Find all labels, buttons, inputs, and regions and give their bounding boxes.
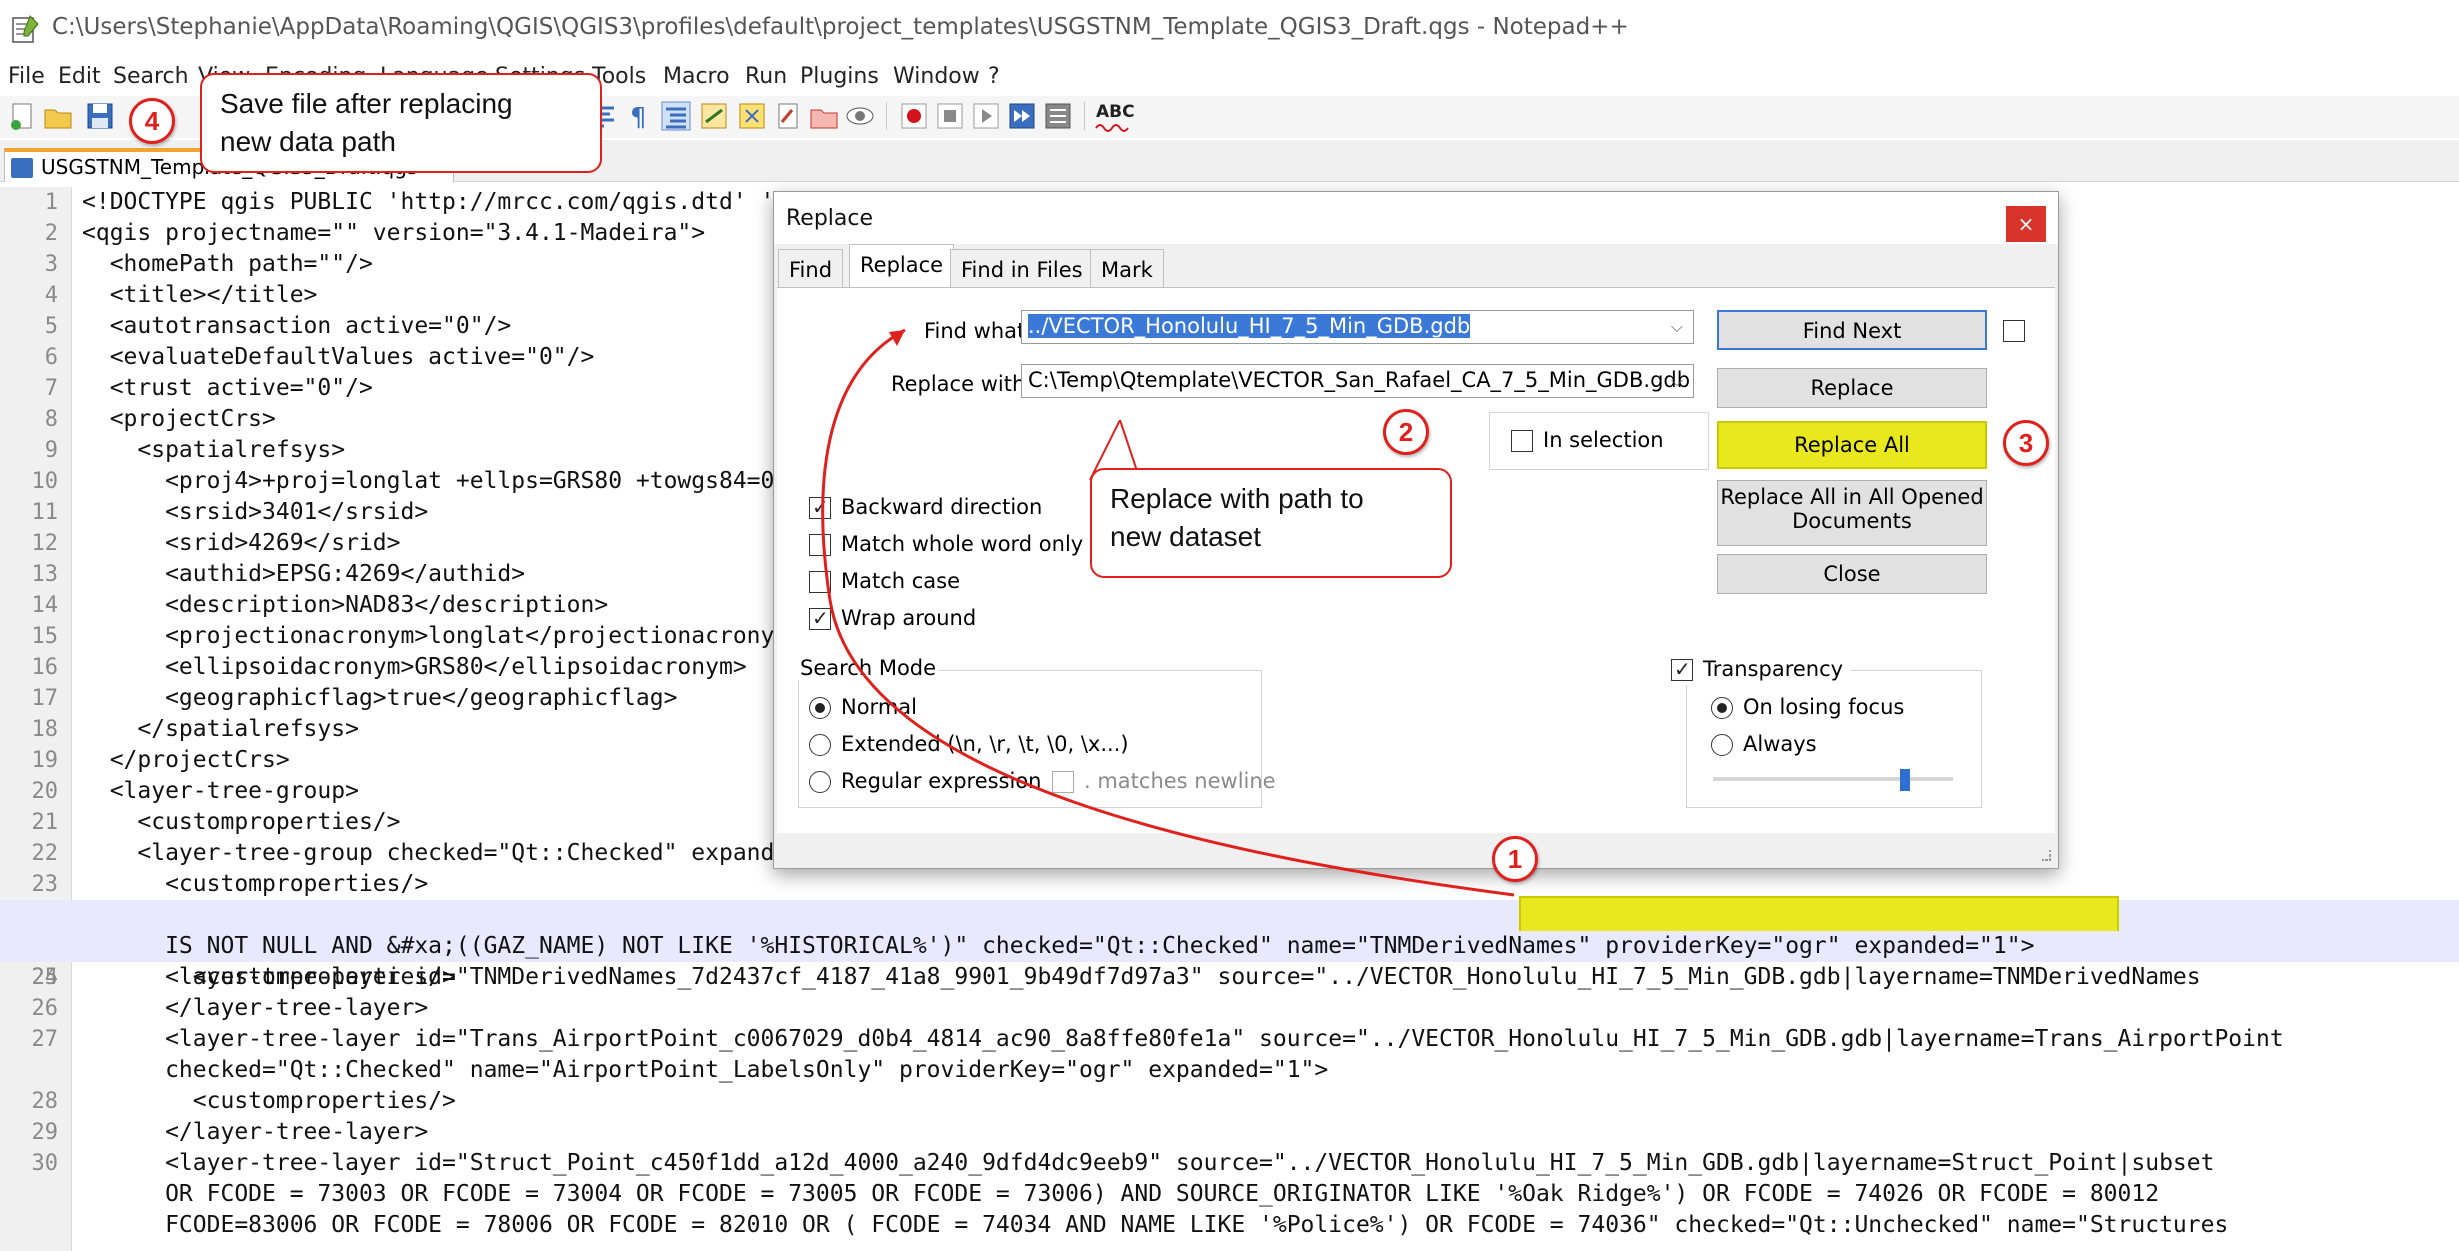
find-what-label: Find what : — [923, 319, 1039, 343]
wrap-icon[interactable]: ¶ — [622, 100, 654, 132]
replace-all-in-opened-button[interactable]: Replace All in All Opened Documents — [1717, 480, 1987, 546]
code-line: 29 </layer-tree-layer> — [31, 1119, 429, 1145]
always-radio[interactable]: Always — [1711, 732, 1911, 760]
match-whole-word-checkbox[interactable]: Match whole word only — [809, 532, 1089, 560]
code-line-wrapped: checked="Qt::Checked" name="AirportPoint… — [82, 1057, 1329, 1083]
wrap-around-checkbox[interactable]: Wrap around — [809, 606, 1089, 634]
tab-find[interactable]: Find — [778, 249, 844, 287]
open-file-icon[interactable] — [42, 100, 74, 132]
code-line-current: 24 <layer-tree-layer id="TNMDerivedNames… — [0, 896, 2459, 990]
replace-with-value: C:\Temp\Qtemplate\VECTOR_San_Rafael_CA_7… — [1028, 368, 1691, 392]
close-button[interactable]: Close — [1717, 554, 1987, 594]
resize-grip-icon[interactable] — [2036, 846, 2052, 862]
matches-newline-checkbox[interactable]: . matches newline — [1052, 769, 1276, 797]
code-line-wrapped: FCODE=83006 OR FCODE = 78006 OR FCODE = … — [82, 1212, 2229, 1238]
chevron-down-icon[interactable]: ⌵ — [1665, 315, 1689, 339]
transparency-slider-thumb[interactable] — [1900, 769, 1910, 791]
step-badge-4: 4 — [129, 98, 175, 144]
record-macro-icon[interactable] — [898, 100, 930, 132]
chevron-down-icon[interactable]: ⌵ — [1665, 369, 1689, 393]
toolbar-separator — [886, 102, 887, 130]
menu-search[interactable]: Search — [113, 64, 189, 89]
in-selection-checkbox[interactable]: In selection — [1511, 428, 1671, 456]
dialog-close-button[interactable]: × — [2006, 206, 2046, 242]
dialog-titlebar[interactable]: Replace × — [774, 192, 2058, 244]
new-file-icon[interactable] — [6, 100, 38, 132]
svg-text:¶: ¶ — [630, 103, 647, 132]
menu-run[interactable]: Run — [745, 64, 787, 89]
code-line: 26 </layer-tree-layer> — [31, 995, 429, 1021]
callout-replace: Replace with path to new dataset — [1090, 468, 1452, 578]
match-case-checkbox[interactable]: Match case — [809, 569, 1089, 597]
find-what-input[interactable]: ../VECTOR_Honolulu_HI_7_5_Min_GDB.gdb ⌵ — [1021, 310, 1694, 344]
search-match-highlight — [1519, 896, 2119, 934]
save-icon[interactable] — [84, 100, 116, 132]
run-macro-multiple-icon[interactable] — [1006, 100, 1038, 132]
show-all-chars-icon[interactable] — [660, 100, 692, 132]
step-badge-3: 3 — [2003, 420, 2049, 466]
toolbar-separator — [1084, 102, 1085, 130]
indent-guide-icon[interactable] — [698, 100, 730, 132]
code-line-wrapped: IS NOT NULL AND &#xa;((GAZ_NAME) NOT LIK… — [0, 931, 2459, 962]
menu-file[interactable]: File — [8, 64, 45, 89]
transparency-checkbox[interactable]: Transparency — [1671, 657, 1851, 685]
code-line: 30 <layer-tree-layer id="Struct_Point_c4… — [31, 1150, 2215, 1176]
step-badge-2: 2 — [1383, 409, 1429, 455]
menu-macro[interactable]: Macro — [663, 64, 730, 89]
code-line-wrapped: OR FCODE = 73003 OR FCODE = 73004 OR FCO… — [82, 1181, 2160, 1207]
find-next-button[interactable]: Find Next — [1717, 310, 1987, 350]
doc-map-icon[interactable] — [772, 100, 804, 132]
menu-help[interactable]: ? — [988, 64, 1000, 89]
transparency-slider-track[interactable] — [1713, 777, 1953, 781]
callout-save: Save file after replacing new data path — [200, 73, 602, 173]
stop-macro-icon[interactable] — [934, 100, 966, 132]
replace-all-opened-line2: Documents — [1792, 509, 1912, 533]
window-titlebar: C:\Users\Stephanie\AppData\Roaming\QGIS\… — [0, 0, 2459, 62]
menu-window[interactable]: Window — [893, 64, 980, 89]
monitoring-icon[interactable] — [844, 100, 876, 132]
tab-replace[interactable]: Replace — [849, 244, 955, 288]
udl-icon[interactable] — [736, 100, 768, 132]
tab-mark[interactable]: Mark — [1090, 249, 1164, 287]
mode-extended-radio[interactable]: Extended (\n, \r, \t, \0, \x...) — [809, 732, 1149, 760]
replace-all-opened-line1: Replace All in All Opened — [1720, 485, 1984, 509]
step-badge-1: 1 — [1492, 836, 1538, 882]
window-title: C:\Users\Stephanie\AppData\Roaming\QGIS\… — [52, 14, 1629, 40]
mode-regex-radio[interactable]: Regular expression — [809, 769, 1049, 797]
play-macro-icon[interactable] — [970, 100, 1002, 132]
dialog-title: Replace — [786, 206, 874, 231]
code-line: 25 <customproperties/> — [31, 964, 456, 990]
replace-button[interactable]: Replace — [1717, 368, 1987, 408]
tab-find-in-files[interactable]: Find in Files — [950, 249, 1094, 287]
search-mode-title: Search Mode — [798, 656, 939, 680]
notepad-plus-plus-icon — [12, 15, 39, 43]
mode-normal-radio[interactable]: Normal — [809, 695, 1009, 723]
replace-all-button[interactable]: Replace All — [1717, 421, 1987, 469]
menu-edit[interactable]: Edit — [58, 64, 101, 89]
find-next-option-checkbox[interactable] — [2003, 320, 2025, 342]
spell-check-icon[interactable]: ABC — [1094, 102, 1135, 134]
code-line: 28 <customproperties/> — [31, 1088, 456, 1114]
replace-with-label: Replace with : — [890, 372, 1039, 396]
save-macro-icon[interactable] — [1042, 100, 1074, 132]
backward-direction-checkbox[interactable]: Backward direction — [809, 495, 1089, 523]
on-losing-focus-radio[interactable]: On losing focus — [1711, 695, 1911, 723]
replace-with-input[interactable]: C:\Temp\Qtemplate\VECTOR_San_Rafael_CA_7… — [1021, 364, 1694, 398]
find-what-value: ../VECTOR_Honolulu_HI_7_5_Min_GDB.gdb — [1028, 314, 1471, 338]
folder-workspace-icon[interactable] — [808, 100, 840, 132]
menu-plugins[interactable]: Plugins — [800, 64, 879, 89]
code-line: 27 <layer-tree-layer id="Trans_AirportPo… — [31, 1026, 2284, 1052]
save-state-icon — [11, 158, 33, 178]
